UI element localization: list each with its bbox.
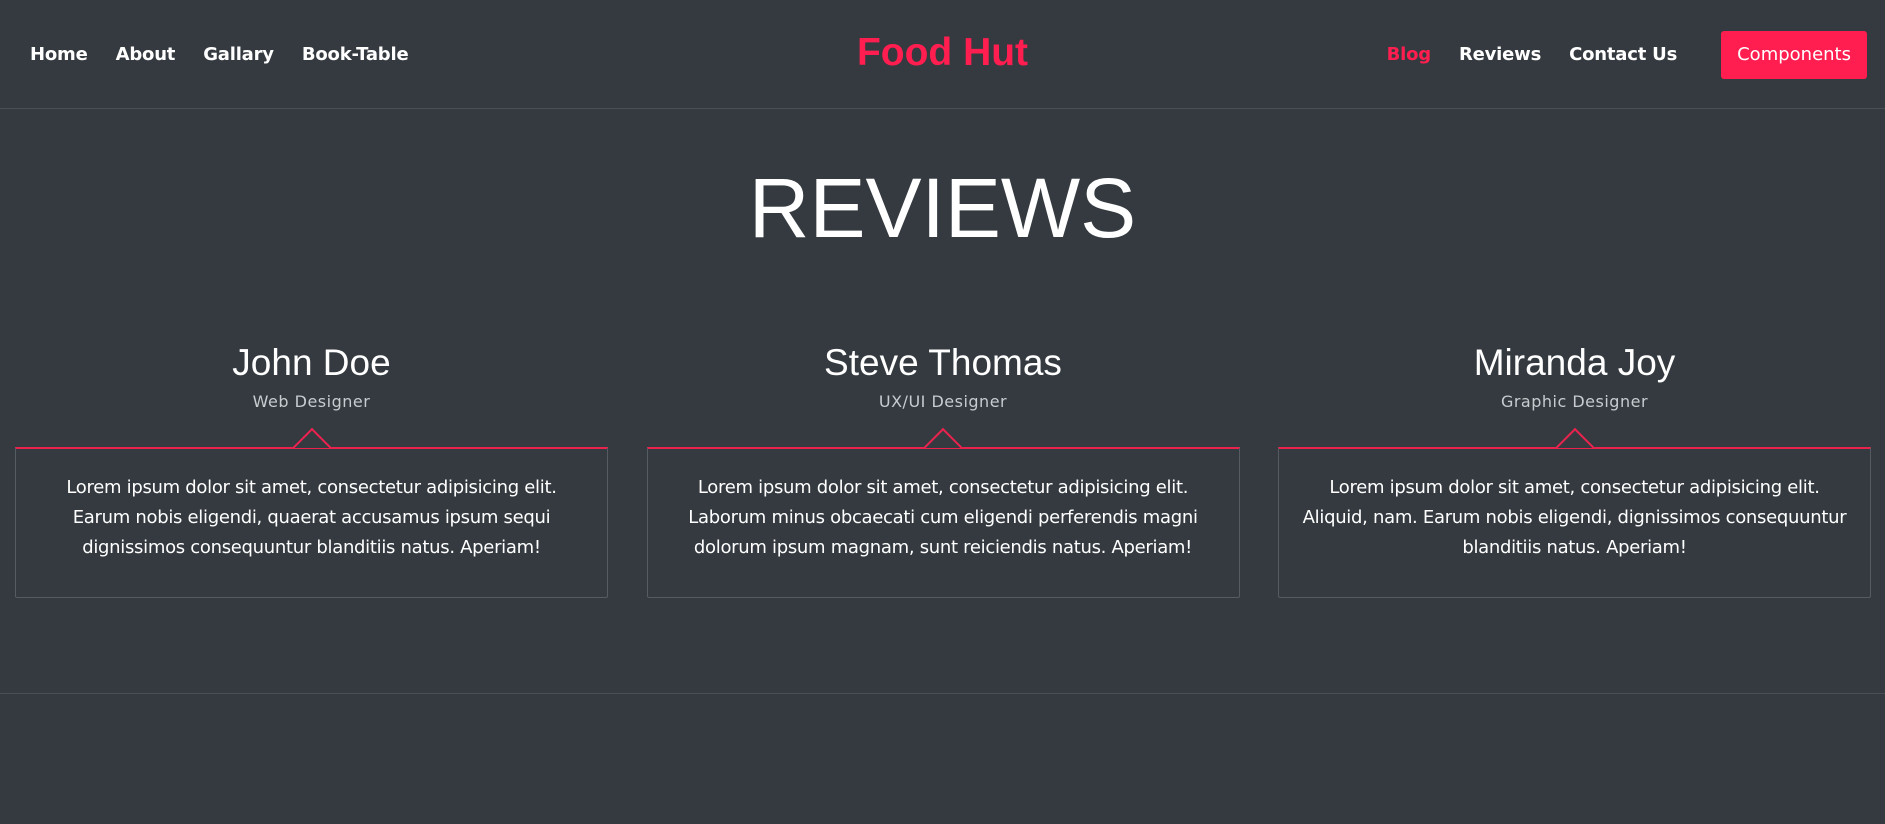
review-card: John Doe Web Designer Lorem ipsum dolor …: [15, 330, 608, 598]
nav-right: Blog Reviews Contact Us Components: [1387, 0, 1867, 109]
review-box-pointer: [921, 426, 965, 448]
nav-link-gallary[interactable]: Gallary: [203, 44, 274, 65]
review-text: Lorem ipsum dolor sit amet, consectetur …: [1302, 477, 1847, 558]
nav-left: Home About Gallary Book-Table: [30, 0, 409, 109]
section-title: REVIEWS: [748, 161, 1137, 255]
nav-link-reviews[interactable]: Reviews: [1459, 44, 1541, 65]
reviews-row: John Doe Web Designer Lorem ipsum dolor …: [15, 330, 1871, 598]
components-button[interactable]: Components: [1721, 30, 1867, 79]
review-card: Steve Thomas UX/UI Designer Lorem ipsum …: [646, 330, 1240, 598]
nav-link-blog[interactable]: Blog: [1387, 44, 1432, 65]
reviewer-name: Miranda Joy: [1473, 342, 1676, 383]
navbar: Home About Gallary Book-Table Food Hut B…: [0, 0, 1885, 109]
nav-link-about[interactable]: About: [116, 44, 176, 65]
review-text: Lorem ipsum dolor sit amet, consectetur …: [66, 477, 557, 558]
review-card: Miranda Joy Graphic Designer Lorem ipsum…: [1278, 330, 1871, 598]
nav-link-home[interactable]: Home: [30, 44, 88, 65]
review-text: Lorem ipsum dolor sit amet, consectetur …: [688, 477, 1198, 558]
section-divider: [0, 693, 1885, 694]
reviewer-name: John Doe: [232, 342, 391, 383]
reviewer-name: Steve Thomas: [824, 342, 1062, 383]
review-box: Lorem ipsum dolor sit amet, consectetur …: [1278, 447, 1871, 598]
reviewer-role: UX/UI Designer: [878, 392, 1008, 411]
review-box: Lorem ipsum dolor sit amet, consectetur …: [646, 447, 1240, 598]
review-box-pointer: [1553, 426, 1597, 448]
reviewer-role: Graphic Designer: [1500, 392, 1649, 411]
nav-link-book-table[interactable]: Book-Table: [302, 44, 409, 65]
review-box-pointer: [290, 426, 334, 448]
brand-logo[interactable]: Food Hut: [857, 31, 1028, 74]
nav-link-contact-us[interactable]: Contact Us: [1569, 44, 1677, 65]
review-box: Lorem ipsum dolor sit amet, consectetur …: [15, 447, 608, 598]
reviewer-role: Web Designer: [252, 392, 371, 411]
